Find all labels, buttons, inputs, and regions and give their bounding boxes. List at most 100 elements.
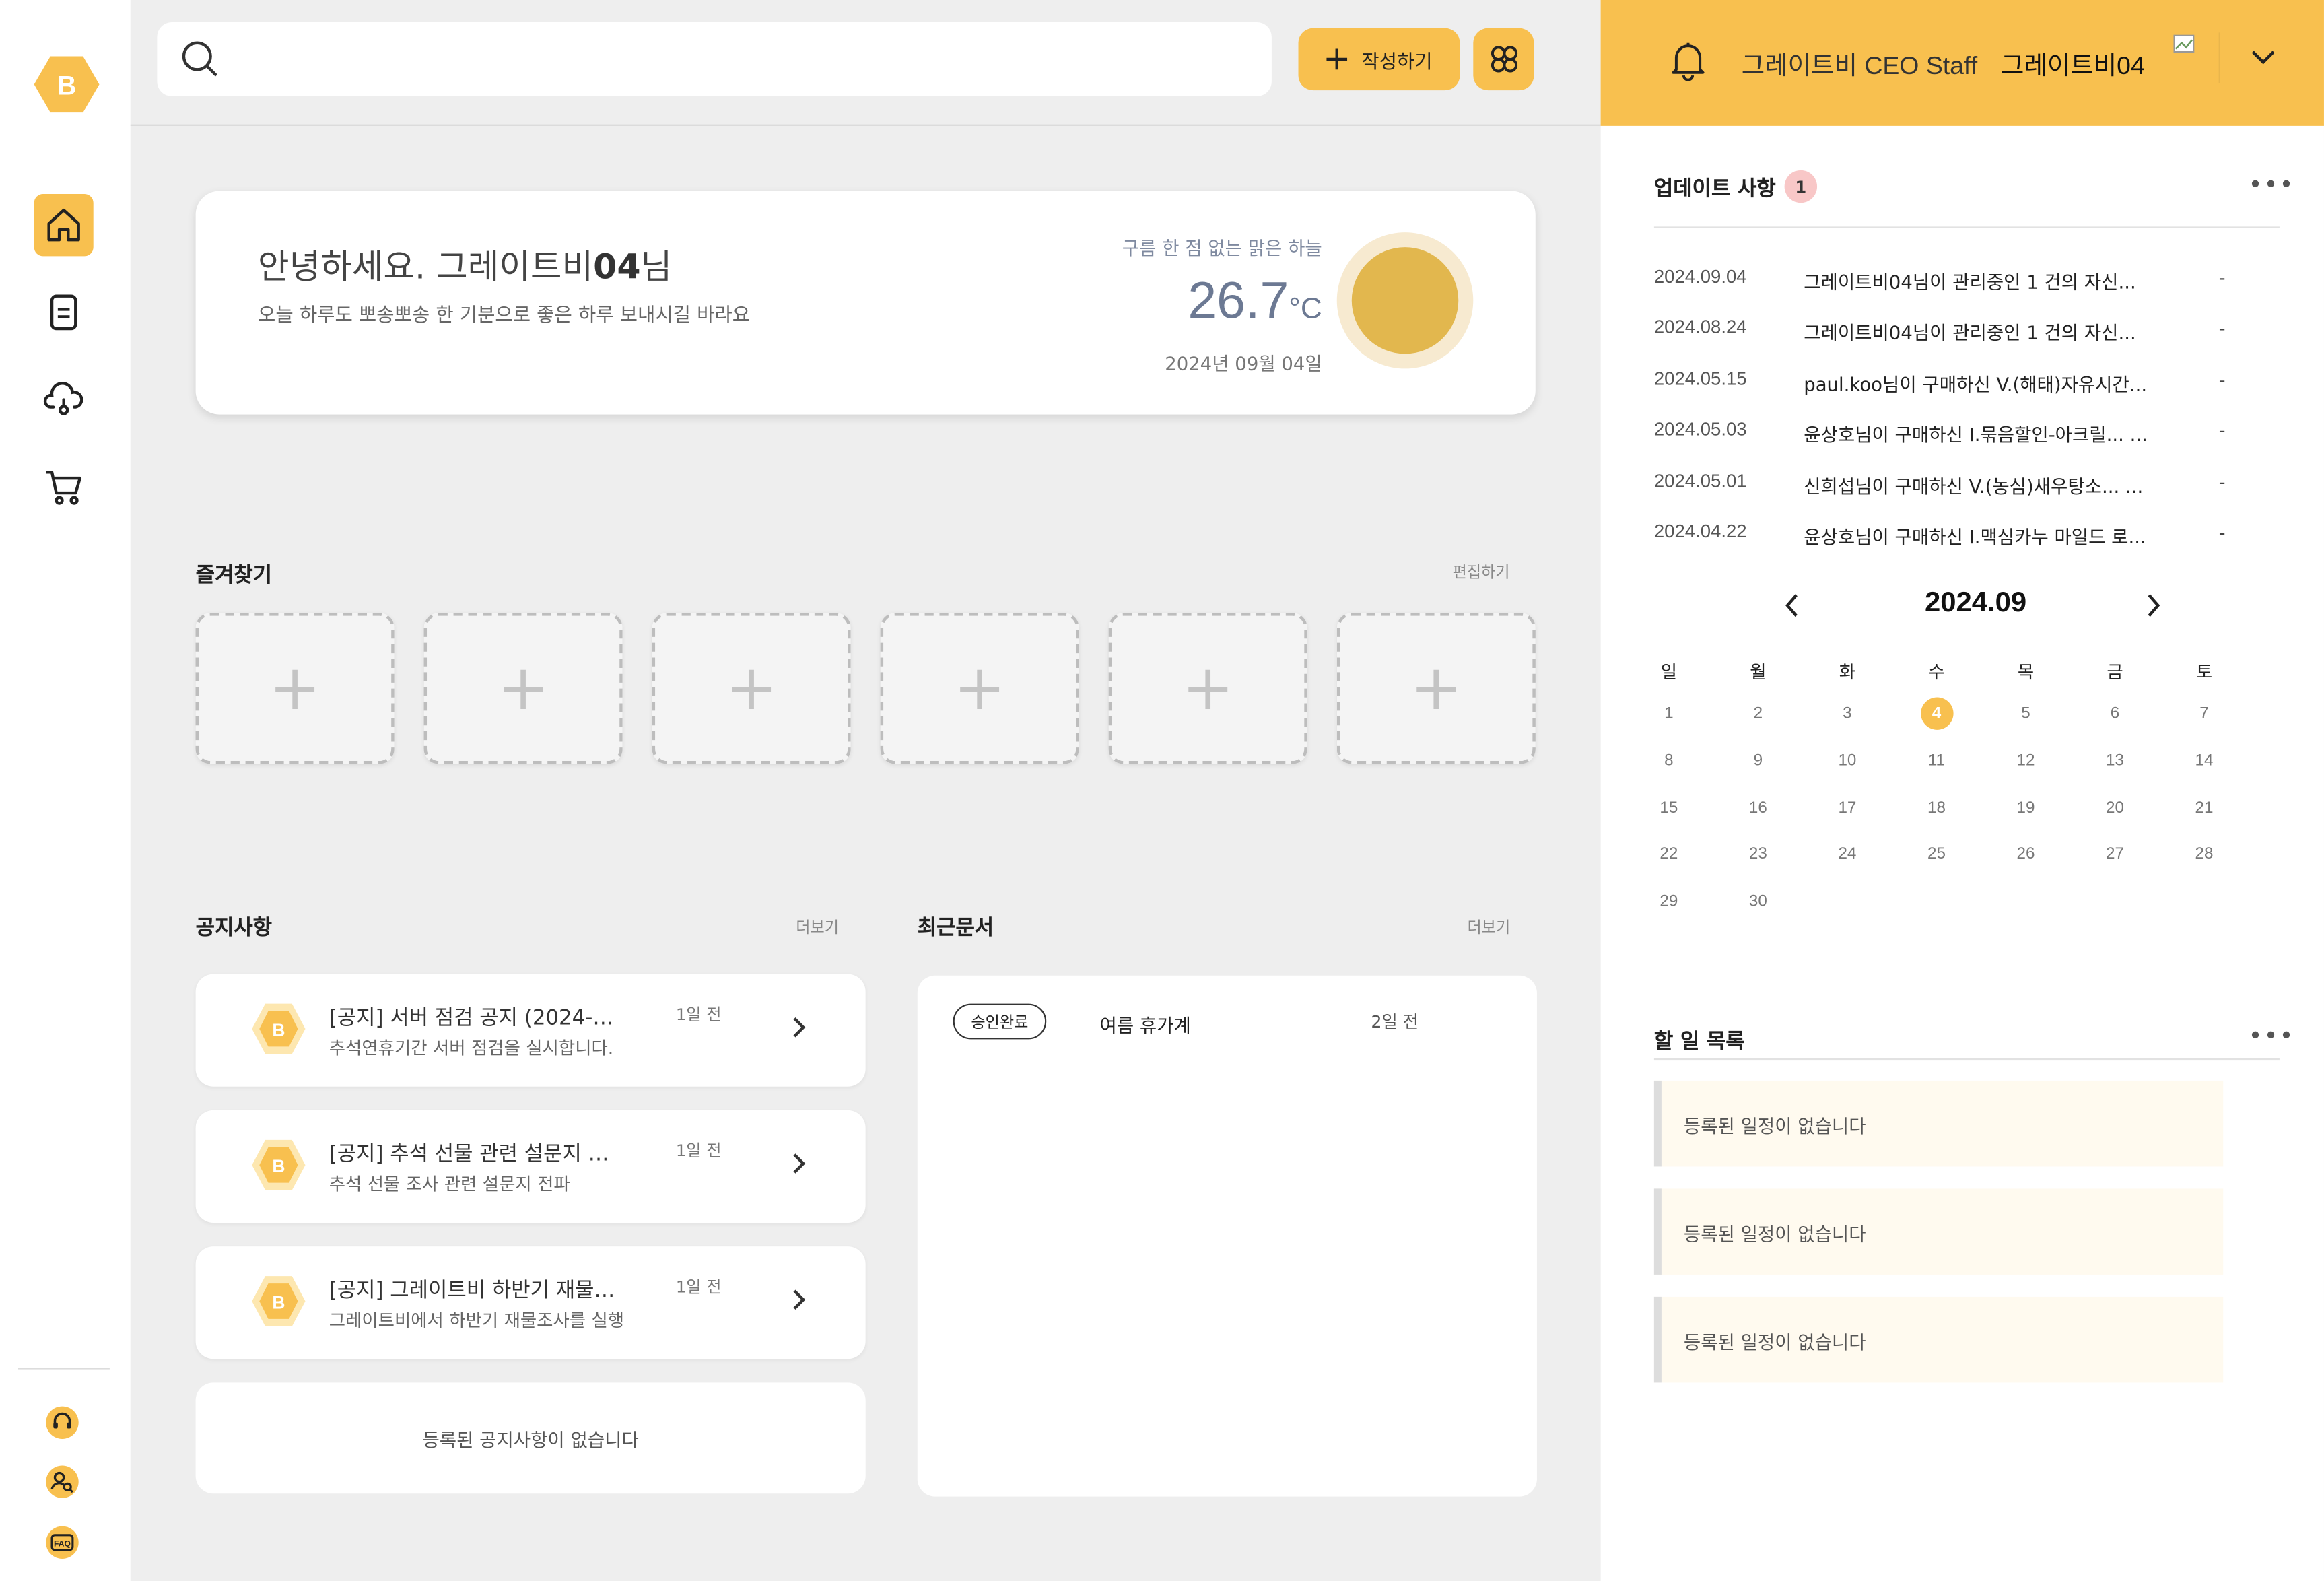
notice-title: [공지] 추석 선물 관련 설문지 전파	[329, 1143, 626, 1167]
update-row[interactable]: 2024.04.22 윤상호님이 구매하신 I.맥심카누 마일드 로... -	[1654, 521, 2247, 551]
calendar-day[interactable]: 6	[2086, 697, 2145, 729]
calendar-day[interactable]: 7	[2175, 697, 2234, 729]
faq-icon[interactable]: FAQ	[44, 1524, 80, 1560]
calendar-day[interactable]: 12	[1996, 744, 2055, 776]
calendar-day[interactable]: 5	[1996, 697, 2055, 729]
recent-docs-more-link[interactable]: 더보기	[1467, 916, 1510, 939]
favorite-slot[interactable]: +	[880, 613, 1079, 764]
todo-divider	[1653, 1058, 2280, 1061]
update-dash: -	[2218, 266, 2226, 289]
calendar-day[interactable]: 2	[1728, 697, 1787, 729]
calendar-day[interactable]: 29	[1639, 885, 1699, 918]
update-text: 신희섭님이 구매하신 V.(농심)새우탕소... ...	[1804, 475, 2144, 498]
calendar-day[interactable]: 24	[1818, 838, 1877, 871]
search-bar[interactable]	[157, 22, 1272, 96]
doc-name[interactable]: 여름 휴가계	[1100, 1009, 1191, 1038]
doc-time: 2일 전	[1371, 1011, 1419, 1032]
calendar-day[interactable]: 19	[1996, 791, 2055, 823]
favorite-slot[interactable]: +	[1336, 613, 1536, 764]
todo-text: 등록된 일정이 없습니다	[1683, 1114, 1866, 1137]
calendar-day[interactable]: 15	[1639, 791, 1699, 823]
calendar-day[interactable]: 1	[1639, 697, 1699, 729]
update-dash: -	[2218, 419, 2226, 442]
update-dash: -	[2218, 520, 2226, 543]
updates-more-icon[interactable]: •••	[2249, 170, 2295, 199]
chevron-down-icon[interactable]	[2250, 47, 2277, 68]
calendar-day[interactable]: 25	[1907, 838, 1966, 871]
write-button[interactable]: 작성하기	[1298, 28, 1460, 91]
notice-item[interactable]: B [공지] 추석 선물 관련 설문지 전파 추석 선물 조사 관련 설문지 전…	[195, 1110, 866, 1223]
update-date: 2024.05.01	[1653, 471, 1747, 492]
notice-description: 추석 선물 조사 관련 설문지 전파	[329, 1174, 570, 1195]
update-dash: -	[2218, 471, 2226, 494]
calendar-weekday: 화	[1839, 661, 1856, 683]
chevron-right-icon[interactable]	[2143, 592, 2164, 619]
chevron-right-icon	[793, 1017, 806, 1038]
todo-more-icon[interactable]: •••	[2249, 1021, 2295, 1050]
home-nav-button[interactable]	[34, 194, 94, 257]
calendar-weekday: 일	[1660, 661, 1678, 683]
chevron-left-icon[interactable]	[1781, 592, 1802, 619]
cart-nav-button[interactable]	[34, 456, 94, 518]
notices-more-link[interactable]: 더보기	[796, 916, 839, 939]
favorite-slot[interactable]: +	[652, 613, 851, 764]
calendar-day-today[interactable]: 4	[1920, 697, 1953, 730]
calendar-day[interactable]: 21	[2175, 791, 2234, 823]
calendar-day[interactable]: 22	[1639, 838, 1699, 871]
updates-title: 업데이트 사항	[1653, 177, 1776, 201]
calendar-weekday: 토	[2195, 661, 2213, 683]
apps-button[interactable]	[1473, 28, 1534, 91]
update-date: 2024.04.22	[1653, 520, 1747, 542]
cloud-icon	[43, 382, 83, 415]
update-row[interactable]: 2024.05.03 윤상호님이 구매하신 I.묶음할인-아크릴... ... -	[1654, 419, 2247, 448]
notice-item[interactable]: B [공지] 그레이트비 하반기 재물조사 그레이트비에서 하반기 재물조사를 …	[195, 1246, 866, 1359]
calendar-day[interactable]: 17	[1818, 791, 1877, 823]
calendar-weekday: 수	[1928, 661, 1945, 683]
greeting-title: 안녕하세요. 그레이트비04님	[258, 238, 672, 289]
calendar-day[interactable]: 28	[2175, 838, 2234, 871]
notice-time: 1일 전	[675, 1277, 722, 1297]
right-panel: 그레이트비 CEO Staff 그레이트비04 업데이트 사항 1 ••• 20…	[1600, 0, 2324, 1581]
recent-docs-panel: 승인완료 여름 휴가계 2일 전	[917, 975, 1537, 1497]
update-text: 그레이트비04님이 관리중인 1 건의 자신...	[1804, 321, 2136, 344]
svg-text:B: B	[272, 1020, 285, 1040]
calendar-day[interactable]: 10	[1818, 744, 1877, 776]
calendar-day[interactable]: 9	[1728, 744, 1787, 776]
greeting-subtitle: 오늘 하루도 뽀송뽀송 한 기분으로 좋은 하루 보내시길 바라요	[258, 304, 751, 327]
notice-title: [공지] 서버 점검 공지 (2024-09-16)	[329, 1006, 626, 1031]
update-row[interactable]: 2024.05.01 신희섭님이 구매하신 V.(농심)새우탕소... ... -	[1654, 471, 2247, 500]
calendar-day[interactable]: 26	[1996, 838, 2055, 871]
calendar-day[interactable]: 16	[1728, 791, 1787, 823]
logo-icon[interactable]: B	[32, 53, 100, 115]
update-date: 2024.09.04	[1653, 266, 1747, 288]
update-row[interactable]: 2024.05.15 paul.koo님이 구매하신 V.(해태)자유시간... -	[1654, 368, 2247, 398]
update-row[interactable]: 2024.09.04 그레이트비04님이 관리중인 1 건의 자신... -	[1654, 267, 2247, 296]
notice-item[interactable]: B [공지] 서버 점검 공지 (2024-09-16) 추석연휴기간 서버 점…	[195, 974, 866, 1087]
avatar[interactable]	[2173, 32, 2220, 83]
greeting-name: 04	[593, 248, 641, 288]
calendar-day[interactable]: 27	[2086, 838, 2145, 871]
document-nav-button[interactable]	[34, 281, 94, 343]
support-icon[interactable]	[44, 1405, 80, 1440]
favorites-edit-link[interactable]: 편집하기	[1452, 561, 1509, 583]
calendar-day[interactable]: 8	[1639, 744, 1699, 776]
calendar-day[interactable]: 14	[2175, 744, 2234, 776]
calendar-day[interactable]: 23	[1728, 838, 1787, 871]
notice-logo-icon: B	[252, 1003, 306, 1054]
cloud-nav-button[interactable]	[34, 368, 94, 430]
user-search-icon[interactable]	[44, 1464, 80, 1500]
update-row[interactable]: 2024.08.24 그레이트비04님이 관리중인 1 건의 자신... -	[1654, 316, 2247, 346]
favorite-slot[interactable]: +	[423, 613, 623, 764]
favorite-slot[interactable]: +	[195, 613, 395, 764]
calendar-day[interactable]: 18	[1907, 791, 1966, 823]
calendar-day[interactable]: 20	[2086, 791, 2145, 823]
calendar-day[interactable]: 30	[1728, 885, 1787, 918]
calendar-weekday: 금	[2107, 661, 2123, 683]
favorite-slot[interactable]: +	[1108, 613, 1307, 764]
calendar-day[interactable]: 3	[1818, 697, 1877, 729]
search-icon	[182, 41, 217, 77]
calendar-day[interactable]: 13	[2086, 744, 2145, 776]
recent-docs-title: 최근문서	[917, 916, 994, 941]
bell-icon[interactable]	[1670, 40, 1706, 81]
calendar-day[interactable]: 11	[1907, 744, 1966, 776]
